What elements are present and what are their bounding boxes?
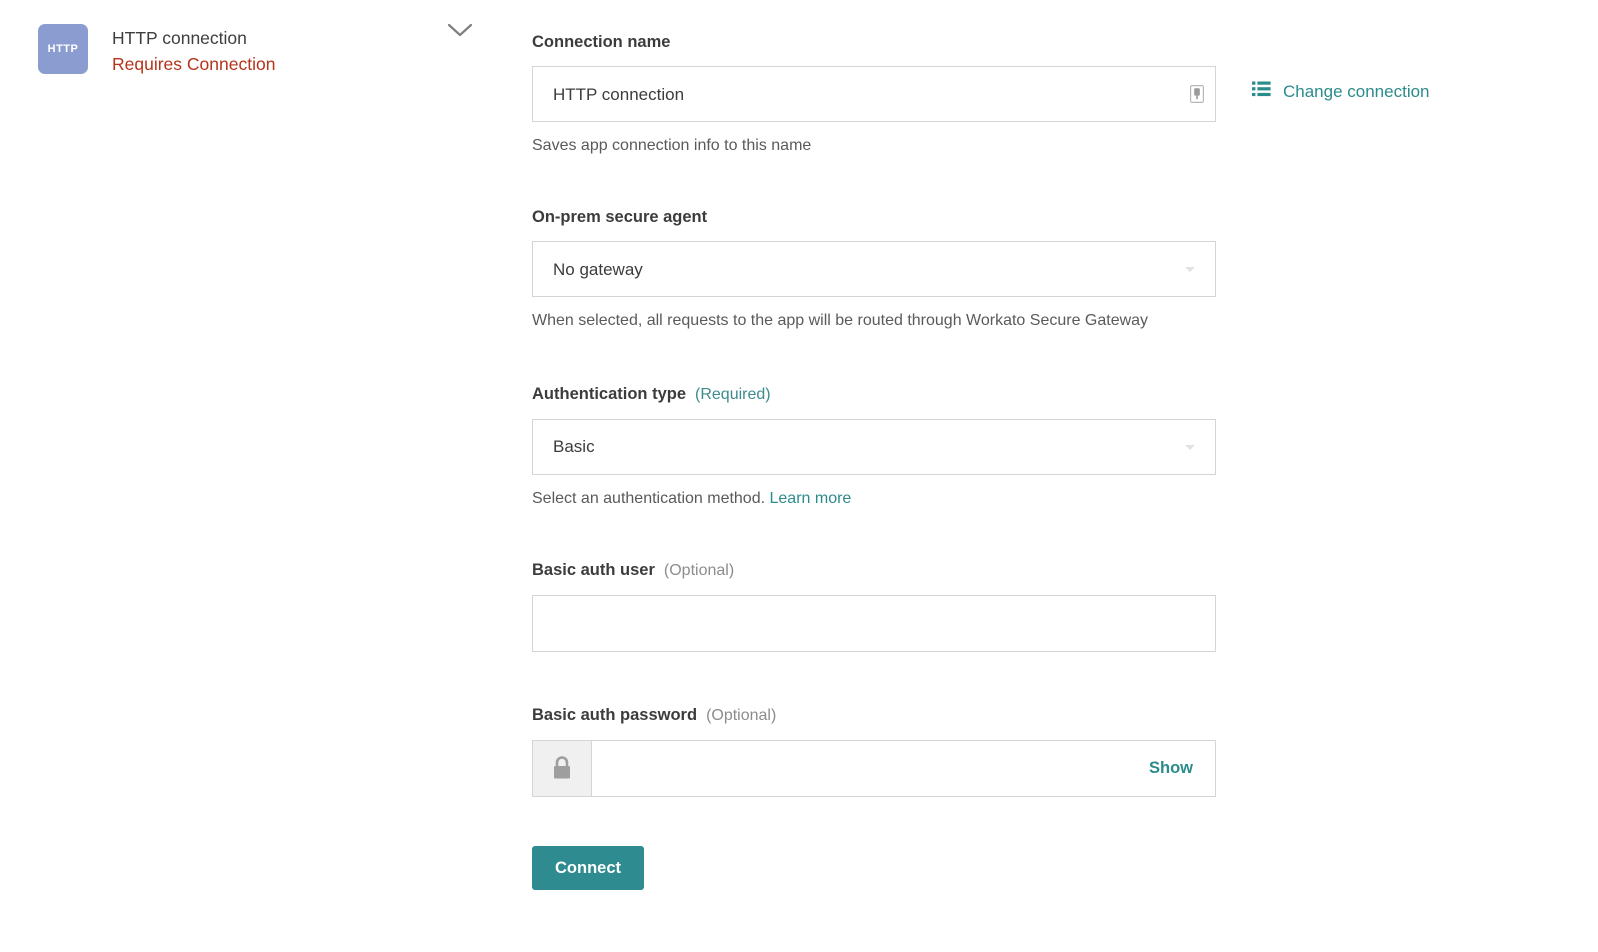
- basic-auth-password-label: Basic auth password (Optional): [532, 705, 1216, 727]
- auth-type-helper-text: Select an authentication method.: [532, 490, 765, 507]
- connection-name-input[interactable]: HTTP connection: [532, 66, 1216, 122]
- auth-type-required-badge: (Required): [695, 385, 771, 406]
- connect-button[interactable]: Connect: [532, 846, 644, 890]
- basic-auth-password-field[interactable]: Show: [592, 741, 1215, 796]
- caret-down-icon: [1185, 267, 1195, 272]
- http-app-icon: HTTP: [38, 24, 88, 74]
- auth-type-helper: Select an authentication method. Learn m…: [532, 489, 1216, 510]
- list-icon: [1252, 81, 1271, 102]
- caret-down-icon: [1185, 445, 1195, 450]
- lock-icon: [533, 741, 592, 796]
- http-app-icon-label: HTTP: [48, 43, 79, 55]
- field-secure-agent: On-prem secure agent No gateway When sel…: [532, 207, 1216, 332]
- field-basic-auth-user: Basic auth user (Optional): [532, 560, 1216, 652]
- basic-auth-user-label: Basic auth user (Optional): [532, 560, 1216, 582]
- chevron-down-icon: [447, 22, 473, 43]
- change-connection-button[interactable]: Change connection: [1252, 81, 1430, 102]
- collapse-toggle-button[interactable]: [432, 10, 488, 54]
- basic-auth-password-input[interactable]: Show: [532, 740, 1216, 797]
- show-password-button[interactable]: Show: [1149, 759, 1193, 778]
- auth-type-label: Authentication type (Required): [532, 384, 1216, 406]
- connection-name-value: HTTP connection: [533, 86, 1179, 103]
- secure-agent-select[interactable]: No gateway: [532, 241, 1216, 297]
- connection-header-titles: HTTP connection Requires Connection: [112, 24, 275, 77]
- field-auth-type: Authentication type (Required) Basic Sel…: [532, 384, 1216, 510]
- change-connection-label: Change connection: [1283, 83, 1430, 100]
- basic-auth-password-optional-badge: (Optional): [706, 706, 776, 727]
- learn-more-link[interactable]: Learn more: [770, 490, 852, 507]
- connection-status-text: Requires Connection: [112, 52, 275, 77]
- field-basic-auth-password: Basic auth password (Optional) Show: [532, 705, 1216, 797]
- auth-type-value: Basic: [533, 438, 1215, 455]
- connection-header: HTTP HTTP connection Requires Connection: [38, 24, 498, 77]
- formula-pill-icon[interactable]: [1179, 85, 1215, 103]
- field-connection-name: Connection name HTTP connection Saves ap…: [532, 32, 1216, 157]
- basic-auth-user-input[interactable]: [532, 595, 1216, 652]
- secure-agent-value: No gateway: [533, 261, 1215, 278]
- secure-agent-helper: When selected, all requests to the app w…: [532, 311, 1216, 332]
- connection-name-label: Connection name: [532, 32, 1216, 53]
- auth-type-select[interactable]: Basic: [532, 419, 1216, 475]
- basic-auth-user-optional-badge: (Optional): [664, 561, 734, 582]
- secure-agent-label: On-prem secure agent: [532, 207, 1216, 228]
- connection-title: HTTP connection: [112, 26, 275, 51]
- connection-name-helper: Saves app connection info to this name: [532, 136, 1216, 157]
